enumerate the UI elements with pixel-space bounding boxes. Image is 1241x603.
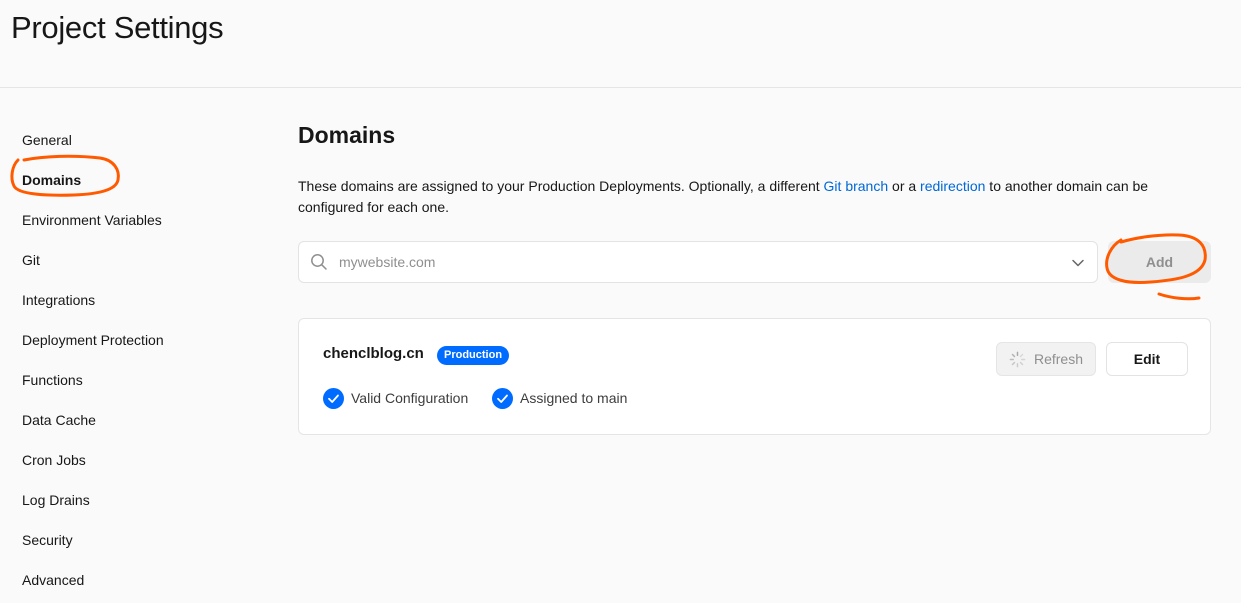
- sidebar-item-advanced[interactable]: Advanced: [22, 568, 84, 592]
- domain-name[interactable]: chenclblog.cn: [323, 345, 424, 362]
- status-label: Valid Configuration: [351, 390, 469, 406]
- refresh-button[interactable]: Refresh: [996, 342, 1096, 376]
- refresh-label: Refresh: [1033, 351, 1084, 367]
- page-title: Project Settings: [11, 10, 224, 45]
- search-icon: [311, 254, 327, 270]
- sidebar-item-security[interactable]: Security: [22, 528, 73, 552]
- sidebar-item-cron-jobs[interactable]: Cron Jobs: [22, 448, 86, 472]
- check-circle-icon: [492, 387, 513, 409]
- git-branch-link[interactable]: Git branch: [824, 178, 889, 194]
- production-badge: Production: [437, 346, 510, 365]
- sidebar-item-domains[interactable]: Domains: [22, 168, 81, 192]
- domain-search-input[interactable]: [339, 252, 1039, 272]
- check-circle-icon: [323, 387, 344, 409]
- sidebar-item-log-drains[interactable]: Log Drains: [22, 488, 90, 512]
- description-text: These domains are assigned to your Produ…: [298, 178, 824, 194]
- redirection-link[interactable]: redirection: [920, 178, 985, 194]
- sidebar-item-data-cache[interactable]: Data Cache: [22, 408, 96, 432]
- section-title: Domains: [298, 122, 396, 148]
- sidebar-item-git[interactable]: Git: [22, 248, 40, 272]
- chevron-down-icon[interactable]: [1071, 256, 1085, 270]
- domain-card: chenclblog.cn Production Valid Configura…: [298, 318, 1211, 435]
- section-description: These domains are assigned to your Produ…: [298, 176, 1198, 218]
- add-domain-button[interactable]: Add: [1108, 241, 1211, 283]
- page-header: Project Settings: [0, 0, 1241, 88]
- sidebar-item-environment-variables[interactable]: Environment Variables: [22, 208, 162, 232]
- sidebar-item-integrations[interactable]: Integrations: [22, 288, 95, 312]
- status-label: Assigned to main: [520, 390, 628, 406]
- description-text: or a: [888, 178, 921, 194]
- status-valid-configuration: Valid Configuration: [323, 387, 468, 409]
- sidebar-item-functions[interactable]: Functions: [22, 368, 83, 392]
- edit-button[interactable]: Edit: [1106, 342, 1188, 376]
- domain-search-box[interactable]: [298, 241, 1098, 283]
- spinner-icon: [1009, 351, 1026, 367]
- status-assigned-branch: Assigned to main: [492, 387, 627, 409]
- sidebar-item-general[interactable]: General: [22, 128, 72, 152]
- sidebar-item-deployment-protection[interactable]: Deployment Protection: [22, 328, 164, 352]
